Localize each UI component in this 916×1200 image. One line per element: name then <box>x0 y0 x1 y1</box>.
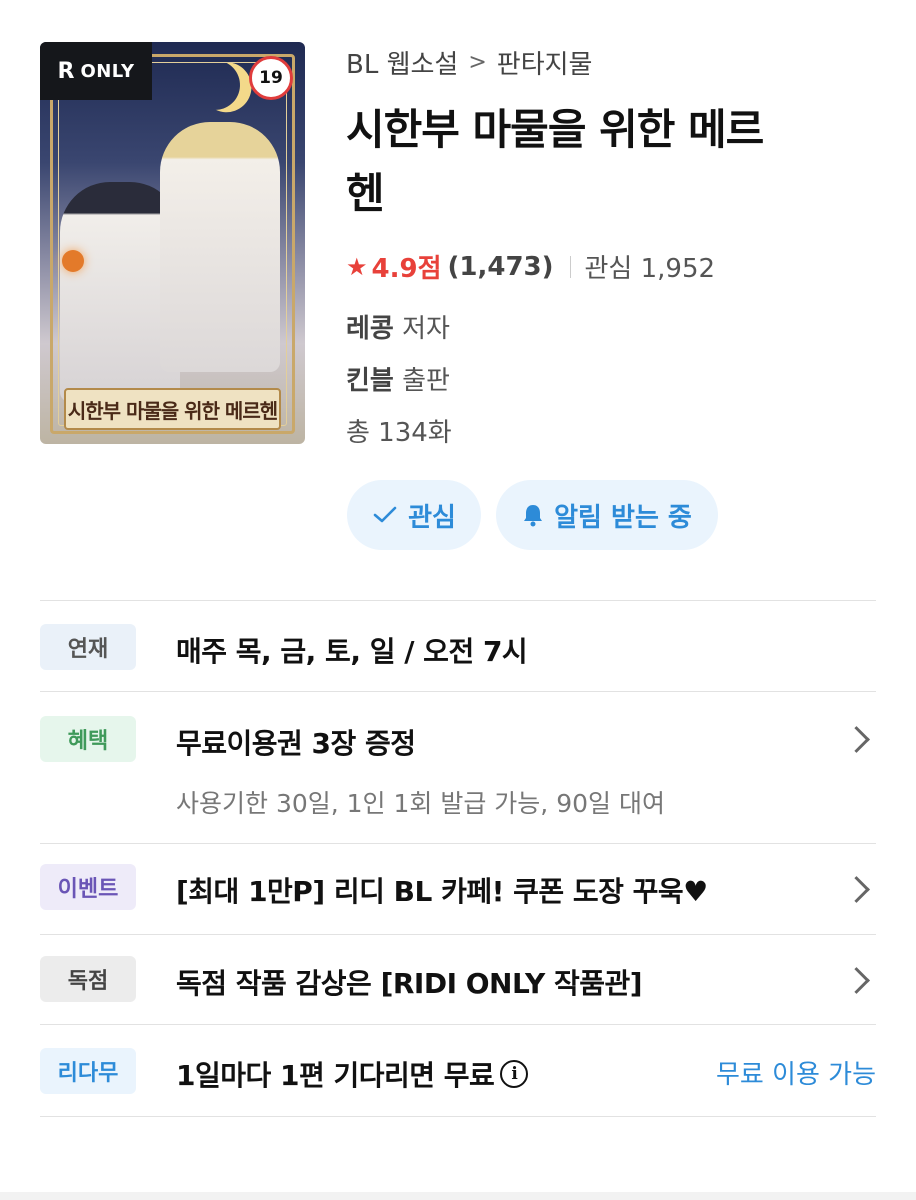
book-title-line: 시한부 마물을 위한 메르 <box>346 105 764 154</box>
rating-score: 4.9점 <box>371 254 442 284</box>
rating-summary: ★ 4.9점 (1,473) 관심 1,952 <box>346 248 715 285</box>
breadcrumb-category[interactable]: BL 웹소설 <box>346 44 458 81</box>
publisher-name[interactable]: 킨블 <box>346 366 394 396</box>
star-icon: ★ <box>346 252 368 281</box>
episode-count: 총 134화 <box>346 418 452 448</box>
book-title-line: 헨 <box>346 169 385 218</box>
exclusive-text: 독점 작품 감상은 [RIDI ONLY 작품관] <box>176 967 643 1000</box>
breadcrumb: BL 웹소설 > 판타지물 <box>346 44 592 81</box>
divider <box>40 691 876 692</box>
author-role: 저자 <box>402 314 450 344</box>
chevron-right-icon <box>843 876 870 903</box>
benefit-text: 무료이용권 3장 증정 <box>176 727 416 760</box>
serial-tag: 연재 <box>40 624 136 670</box>
event-text: [최대 1만P] 리디 BL 카페! 쿠폰 도장 꾸욱♥ <box>176 875 708 908</box>
only-label: ONLY <box>80 60 135 82</box>
divider <box>40 1116 876 1117</box>
divider <box>40 934 876 935</box>
chevron-right-icon <box>843 967 870 994</box>
age-rating-badge: 19 <box>249 56 293 100</box>
favorite-count: 관심 1,952 <box>584 254 716 284</box>
bell-icon <box>524 505 543 527</box>
breadcrumb-genre[interactable]: 판타지물 <box>497 44 593 81</box>
check-icon <box>373 506 397 523</box>
ridi-r-logo: R <box>57 58 75 84</box>
book-cover[interactable]: 시한부 마물을 위한 메르헨 R ONLY 19 <box>40 42 305 444</box>
author-line: 레콩 저자 <box>346 308 450 345</box>
cover-title: 시한부 마물을 위한 메르헨 <box>67 398 278 423</box>
serial-schedule: 매주 목, 금, 토, 일 / 오전 7시 <box>176 635 528 668</box>
divider <box>40 600 876 601</box>
cover-title-plate: 시한부 마물을 위한 메르헨 <box>64 388 281 430</box>
exclusive-tag: 독점 <box>40 956 136 1002</box>
divider <box>40 1024 876 1025</box>
section-separator <box>0 1192 916 1200</box>
publisher-line: 킨블 출판 <box>346 360 450 397</box>
wait-free-status: 무료 이용 가능 <box>715 1060 876 1090</box>
divider <box>40 843 876 844</box>
cover-frame-inner <box>58 62 287 426</box>
wait-free-text: 1일마다 1편 기다리면 무료 <box>176 1059 495 1092</box>
ridi-only-badge: R ONLY <box>40 42 152 100</box>
favorite-button[interactable]: 관심 <box>347 480 481 550</box>
author-name[interactable]: 레콩 <box>346 314 394 344</box>
benefit-detail: 사용기한 30일, 1인 1회 발급 가능, 90일 대여 <box>176 789 665 818</box>
rating-count[interactable]: (1,473) <box>448 252 554 282</box>
notification-button[interactable]: 알림 받는 중 <box>496 480 718 550</box>
info-icon[interactable]: i <box>500 1060 529 1088</box>
divider <box>569 255 571 278</box>
publisher-role: 출판 <box>402 366 450 396</box>
benefit-tag: 혜택 <box>40 716 136 762</box>
event-tag: 이벤트 <box>40 864 136 910</box>
chevron-right-icon <box>843 726 870 753</box>
favorite-button-label: 관심 <box>408 502 456 533</box>
notification-button-label: 알림 받는 중 <box>554 502 692 533</box>
wait-free-tag: 리다무 <box>40 1048 136 1094</box>
wait-free-line: 1일마다 1편 기다리면 무료 i <box>176 1054 529 1094</box>
breadcrumb-separator-icon: > <box>468 50 487 75</box>
book-title: 시한부 마물을 위한 메르 헨 <box>346 98 886 226</box>
